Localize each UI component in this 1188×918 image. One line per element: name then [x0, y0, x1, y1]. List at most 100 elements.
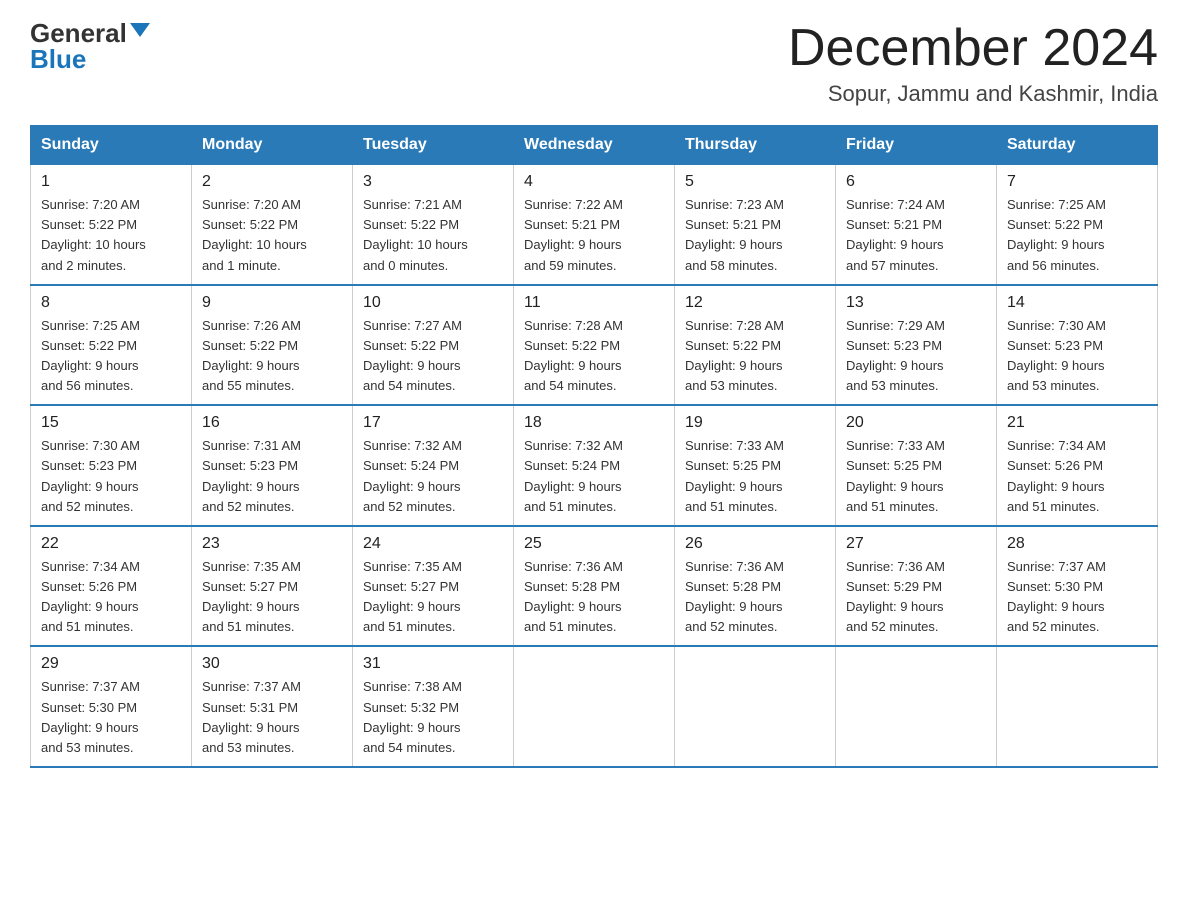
day-number: 4 [524, 173, 664, 191]
calendar-cell: 30 Sunrise: 7:37 AMSunset: 5:31 PMDayligh… [192, 646, 353, 767]
day-number: 12 [685, 294, 825, 312]
day-number: 5 [685, 173, 825, 191]
calendar-week-row: 8Sunrise: 7:25 AMSunset: 5:22 PMDaylight… [31, 285, 1158, 406]
day-info: Sunrise: 7:26 AMSunset: 5:22 PMDaylight:… [202, 316, 342, 397]
calendar-cell: 29 Sunrise: 7:37 AMSunset: 5:30 PMDayligh… [31, 646, 192, 767]
day-number: 24 [363, 535, 503, 553]
day-info: Sunrise: 7:29 AMSunset: 5:23 PMDaylight:… [846, 316, 986, 397]
day-info: Sunrise: 7:37 AMSunset: 5:30 PMDaylight:… [1007, 557, 1147, 638]
day-number: 31 [363, 655, 503, 673]
day-info: Sunrise: 7:36 AMSunset: 5:28 PMDaylight:… [685, 557, 825, 638]
calendar-cell: 24 Sunrise: 7:35 AMSunset: 5:27 PMDayligh… [353, 526, 514, 647]
day-info: Sunrise: 7:24 AMSunset: 5:21 PMDaylight:… [846, 195, 986, 276]
calendar-cell: 6Sunrise: 7:24 AMSunset: 5:21 PMDaylight… [836, 165, 997, 285]
page-header: General Blue December 2024 Sopur, Jammu … [30, 20, 1158, 107]
day-info: Sunrise: 7:36 AMSunset: 5:29 PMDaylight:… [846, 557, 986, 638]
day-number: 23 [202, 535, 342, 553]
day-number: 13 [846, 294, 986, 312]
column-header-saturday: Saturday [997, 126, 1158, 165]
day-number: 15 [41, 414, 181, 432]
day-number: 30 [202, 655, 342, 673]
column-header-thursday: Thursday [675, 126, 836, 165]
calendar-cell: 10 Sunrise: 7:27 AMSunset: 5:22 PMDayligh… [353, 285, 514, 406]
title-block: December 2024 Sopur, Jammu and Kashmir, … [788, 20, 1158, 107]
calendar-week-row: 15 Sunrise: 7:30 AMSunset: 5:23 PMDayligh… [31, 405, 1158, 526]
calendar-cell: 9 Sunrise: 7:26 AMSunset: 5:22 PMDaylight… [192, 285, 353, 406]
day-info: Sunrise: 7:33 AMSunset: 5:25 PMDaylight:… [685, 436, 825, 517]
day-number: 7 [1007, 173, 1147, 191]
day-number: 11 [524, 294, 664, 312]
day-info: Sunrise: 7:28 AMSunset: 5:22 PMDaylight:… [685, 316, 825, 397]
day-info: Sunrise: 7:34 AMSunset: 5:26 PMDaylight:… [1007, 436, 1147, 517]
calendar-cell: 19 Sunrise: 7:33 AMSunset: 5:25 PMDayligh… [675, 405, 836, 526]
day-number: 8 [41, 294, 181, 312]
logo-blue-text: Blue [30, 46, 86, 72]
calendar-cell: 25Sunrise: 7:36 AMSunset: 5:28 PMDayligh… [514, 526, 675, 647]
calendar-cell: 26 Sunrise: 7:36 AMSunset: 5:28 PMDayligh… [675, 526, 836, 647]
day-info: Sunrise: 7:35 AMSunset: 5:27 PMDaylight:… [202, 557, 342, 638]
day-number: 17 [363, 414, 503, 432]
day-number: 10 [363, 294, 503, 312]
calendar-cell [997, 646, 1158, 767]
calendar-cell: 12 Sunrise: 7:28 AMSunset: 5:22 PMDayligh… [675, 285, 836, 406]
calendar-cell: 2 Sunrise: 7:20 AMSunset: 5:22 PMDaylight… [192, 165, 353, 285]
day-number: 21 [1007, 414, 1147, 432]
column-header-wednesday: Wednesday [514, 126, 675, 165]
day-number: 9 [202, 294, 342, 312]
calendar-cell: 11 Sunrise: 7:28 AMSunset: 5:22 PMDayligh… [514, 285, 675, 406]
calendar-cell: 31Sunrise: 7:38 AMSunset: 5:32 PMDayligh… [353, 646, 514, 767]
calendar-cell [514, 646, 675, 767]
column-header-friday: Friday [836, 126, 997, 165]
day-number: 19 [685, 414, 825, 432]
calendar-cell: 20Sunrise: 7:33 AMSunset: 5:25 PMDayligh… [836, 405, 997, 526]
day-number: 26 [685, 535, 825, 553]
calendar-cell: 7Sunrise: 7:25 AMSunset: 5:22 PMDaylight… [997, 165, 1158, 285]
calendar-cell: 5Sunrise: 7:23 AMSunset: 5:21 PMDaylight… [675, 165, 836, 285]
day-info: Sunrise: 7:20 AMSunset: 5:22 PMDaylight:… [202, 195, 342, 276]
calendar-cell: 14Sunrise: 7:30 AMSunset: 5:23 PMDayligh… [997, 285, 1158, 406]
day-info: Sunrise: 7:37 AMSunset: 5:31 PMDaylight:… [202, 677, 342, 758]
calendar-cell: 15 Sunrise: 7:30 AMSunset: 5:23 PMDayligh… [31, 405, 192, 526]
day-number: 25 [524, 535, 664, 553]
calendar-week-row: 22Sunrise: 7:34 AMSunset: 5:26 PMDayligh… [31, 526, 1158, 647]
calendar-cell [675, 646, 836, 767]
calendar-week-row: 1 Sunrise: 7:20 AMSunset: 5:22 PMDaylight… [31, 165, 1158, 285]
logo: General Blue [30, 20, 150, 72]
day-number: 18 [524, 414, 664, 432]
calendar-week-row: 29 Sunrise: 7:37 AMSunset: 5:30 PMDayligh… [31, 646, 1158, 767]
day-info: Sunrise: 7:20 AMSunset: 5:22 PMDaylight:… [41, 195, 181, 276]
calendar-title: December 2024 [788, 20, 1158, 77]
day-info: Sunrise: 7:30 AMSunset: 5:23 PMDaylight:… [41, 436, 181, 517]
column-header-tuesday: Tuesday [353, 126, 514, 165]
day-number: 29 [41, 655, 181, 673]
calendar-cell: 16 Sunrise: 7:31 AMSunset: 5:23 PMDayligh… [192, 405, 353, 526]
calendar-subtitle: Sopur, Jammu and Kashmir, India [788, 81, 1158, 107]
calendar-cell: 13 Sunrise: 7:29 AMSunset: 5:23 PMDayligh… [836, 285, 997, 406]
calendar-cell [836, 646, 997, 767]
calendar-cell: 4 Sunrise: 7:22 AMSunset: 5:21 PMDaylight… [514, 165, 675, 285]
logo-general-text: General [30, 20, 127, 46]
day-info: Sunrise: 7:27 AMSunset: 5:22 PMDaylight:… [363, 316, 503, 397]
calendar-cell: 21 Sunrise: 7:34 AMSunset: 5:26 PMDayligh… [997, 405, 1158, 526]
calendar-cell: 27 Sunrise: 7:36 AMSunset: 5:29 PMDayligh… [836, 526, 997, 647]
day-info: Sunrise: 7:32 AMSunset: 5:24 PMDaylight:… [363, 436, 503, 517]
day-number: 3 [363, 173, 503, 191]
day-info: Sunrise: 7:22 AMSunset: 5:21 PMDaylight:… [524, 195, 664, 276]
day-info: Sunrise: 7:37 AMSunset: 5:30 PMDaylight:… [41, 677, 181, 758]
day-number: 2 [202, 173, 342, 191]
day-number: 16 [202, 414, 342, 432]
day-info: Sunrise: 7:31 AMSunset: 5:23 PMDaylight:… [202, 436, 342, 517]
day-info: Sunrise: 7:35 AMSunset: 5:27 PMDaylight:… [363, 557, 503, 638]
day-number: 22 [41, 535, 181, 553]
calendar-cell: 3 Sunrise: 7:21 AMSunset: 5:22 PMDaylight… [353, 165, 514, 285]
calendar-cell: 18 Sunrise: 7:32 AMSunset: 5:24 PMDayligh… [514, 405, 675, 526]
day-number: 1 [41, 173, 181, 191]
day-info: Sunrise: 7:33 AMSunset: 5:25 PMDaylight:… [846, 436, 986, 517]
day-number: 27 [846, 535, 986, 553]
day-info: Sunrise: 7:32 AMSunset: 5:24 PMDaylight:… [524, 436, 664, 517]
day-info: Sunrise: 7:21 AMSunset: 5:22 PMDaylight:… [363, 195, 503, 276]
calendar-cell: 1 Sunrise: 7:20 AMSunset: 5:22 PMDaylight… [31, 165, 192, 285]
calendar-table: SundayMondayTuesdayWednesdayThursdayFrid… [30, 125, 1158, 768]
calendar-cell: 8Sunrise: 7:25 AMSunset: 5:22 PMDaylight… [31, 285, 192, 406]
day-info: Sunrise: 7:28 AMSunset: 5:22 PMDaylight:… [524, 316, 664, 397]
